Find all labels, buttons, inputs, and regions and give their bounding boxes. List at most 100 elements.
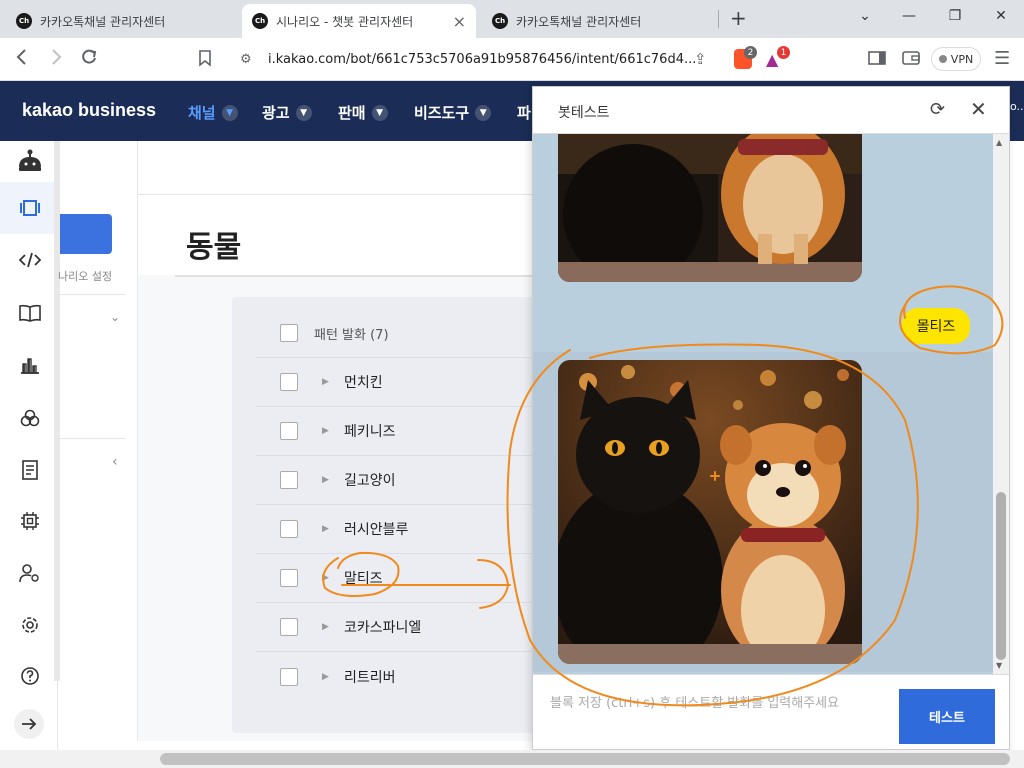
list-header-label: 패턴 발화 (7) (314, 327, 389, 343)
item-checkbox[interactable] (280, 569, 298, 587)
select-all-checkbox[interactable] (280, 324, 298, 342)
expand-arrow-button[interactable] (14, 709, 44, 739)
nav-label: 광고 (262, 104, 290, 122)
scenario-icon (17, 195, 43, 221)
expand-triangle-icon[interactable]: ▶ (322, 377, 334, 387)
brave-shields-badge: 2 (744, 46, 757, 59)
minimize-icon[interactable]: — (886, 4, 932, 28)
nav-ads[interactable]: 광고 ▼ (262, 102, 312, 123)
nav-channel[interactable]: 채널 ▼ (188, 102, 238, 123)
list-item[interactable]: ▶ 말티즈 (256, 554, 538, 603)
expand-triangle-icon[interactable]: ▶ (322, 426, 334, 436)
tab-label: 카카오톡채널 관리자센터 (40, 14, 166, 29)
list-header-row: 패턴 발화 (7) (256, 309, 538, 358)
header-clipped-text: o... (1010, 100, 1024, 113)
bot-icon (19, 149, 41, 171)
browser-tab-2-active[interactable]: Ch 시나리오 - 챗봇 관리자센터 × (242, 4, 476, 38)
menu-icon[interactable]: ☰ (994, 48, 1010, 69)
list-item[interactable]: ▶ 페키니즈 (256, 407, 538, 456)
scroll-down-icon[interactable]: ▼ (996, 661, 1002, 670)
bookmark-icon[interactable] (198, 49, 212, 72)
expand-triangle-icon[interactable]: ▶ (322, 475, 334, 485)
chevron-down-icon: ▼ (475, 104, 492, 121)
user-settings-icon[interactable] (17, 560, 43, 586)
reload-icon[interactable] (80, 48, 98, 71)
item-label: 러시안블루 (344, 522, 409, 538)
item-checkbox[interactable] (280, 373, 298, 391)
wallet-icon[interactable] (902, 50, 920, 71)
chip-icon[interactable] (17, 508, 43, 534)
bot-image-message[interactable] (558, 134, 862, 282)
item-label: 길고양이 (344, 473, 396, 489)
close-icon[interactable]: ✕ (970, 97, 987, 121)
scenario-setting-link[interactable]: 나리오 설정 (58, 268, 112, 284)
vpn-button[interactable]: VPN (931, 47, 981, 71)
tab-search-chevron-icon[interactable]: ⌄ (842, 4, 888, 28)
browser-tab-3[interactable]: Ch 카카오톡채널 관리자센터 (482, 4, 714, 38)
document-icon[interactable] (17, 457, 43, 483)
chat-scrollbar-thumb[interactable] (996, 492, 1006, 660)
refresh-icon[interactable]: ⟳ (930, 99, 945, 120)
item-checkbox[interactable] (280, 422, 298, 440)
nav-biz-tools[interactable]: 비즈도구 ▼ (414, 102, 492, 123)
code-icon[interactable] (17, 247, 43, 273)
scroll-up-icon[interactable]: ▲ (996, 138, 1002, 147)
list-item[interactable]: ▶ 리트리버 (256, 652, 538, 701)
share-icon[interactable]: ⇪ (694, 50, 707, 68)
nav-sales[interactable]: 판매 ▼ (338, 102, 388, 123)
palette-icon[interactable] (17, 405, 43, 431)
horizontal-scrollbar-thumb[interactable] (160, 753, 1010, 765)
page-title[interactable]: 동물 (186, 222, 241, 266)
sidebar-toggle-icon[interactable] (868, 50, 886, 71)
browser-tab-1[interactable]: Ch 카카오톡채널 관리자센터 (6, 4, 238, 38)
restore-icon[interactable]: ❐ (932, 4, 978, 28)
list-item[interactable]: ▶ 길고양이 (256, 456, 538, 505)
item-label: 리트리버 (344, 669, 396, 686)
item-checkbox[interactable] (280, 520, 298, 538)
chat-input-field[interactable]: 블록 저장 (ctrl+s) 후 테스트할 발화를 입력해주세요 (550, 692, 839, 711)
item-checkbox[interactable] (280, 618, 298, 636)
bot-image-message[interactable] (558, 360, 862, 664)
kakao-business-logo[interactable]: kakao business (22, 100, 156, 121)
title-underline (175, 275, 535, 277)
kakao-channel-favicon-icon: Ch (16, 13, 32, 29)
chevron-down-icon: ▼ (221, 104, 238, 121)
vpn-status-icon (938, 55, 947, 63)
item-checkbox[interactable] (280, 667, 298, 686)
expand-triangle-icon[interactable]: ▶ (322, 622, 334, 632)
site-settings-icon[interactable]: ⚙ (240, 52, 252, 67)
nav-label: 파 (517, 104, 531, 122)
expand-triangle-icon[interactable]: ▶ (322, 672, 334, 682)
forward-icon[interactable] (48, 48, 64, 71)
bot-home-button[interactable] (0, 141, 58, 181)
url-text[interactable]: i.kakao.com/bot/661c753c5706a91b95876456… (268, 52, 696, 67)
bot-test-title: 봇테스트 (558, 105, 610, 121)
nav-clipped[interactable]: 파 (517, 102, 531, 123)
window-close-icon[interactable]: ✕ (978, 4, 1024, 28)
expand-triangle-icon[interactable]: ▶ (322, 524, 334, 534)
list-item[interactable]: ▶ 먼치킨 (256, 358, 538, 407)
user-message-bubble: 몰티즈 (902, 308, 970, 344)
list-item[interactable]: ▶ 코카스파니엘 (256, 603, 538, 652)
new-tab-icon[interactable]: + (730, 6, 747, 30)
divider (60, 294, 126, 295)
rewards-badge: 1 (777, 46, 790, 59)
chart-icon[interactable] (17, 352, 43, 378)
add-scenario-button[interactable] (60, 214, 112, 254)
back-icon[interactable] (14, 48, 30, 71)
chevron-down-icon: ▼ (371, 104, 388, 121)
test-button[interactable]: 테스트 (899, 689, 995, 744)
tab-close-icon[interactable]: × (453, 12, 466, 31)
nav-label: 채널 (188, 104, 216, 122)
help-icon[interactable] (17, 663, 43, 689)
tab-label: 시나리오 - 챗봇 관리자센터 (276, 14, 414, 29)
collapse-panel-icon[interactable]: ‹ (112, 454, 118, 470)
expand-triangle-icon[interactable]: ▶ (322, 573, 334, 583)
chevron-down-icon: ▼ (295, 104, 312, 121)
chevron-down-icon[interactable]: ⌄ (110, 310, 120, 324)
book-icon[interactable] (17, 300, 43, 326)
list-item[interactable]: ▶ 러시안블루 (256, 505, 538, 554)
item-checkbox[interactable] (280, 471, 298, 489)
gear-icon[interactable] (17, 612, 43, 638)
nav-label: 판매 (338, 104, 366, 122)
